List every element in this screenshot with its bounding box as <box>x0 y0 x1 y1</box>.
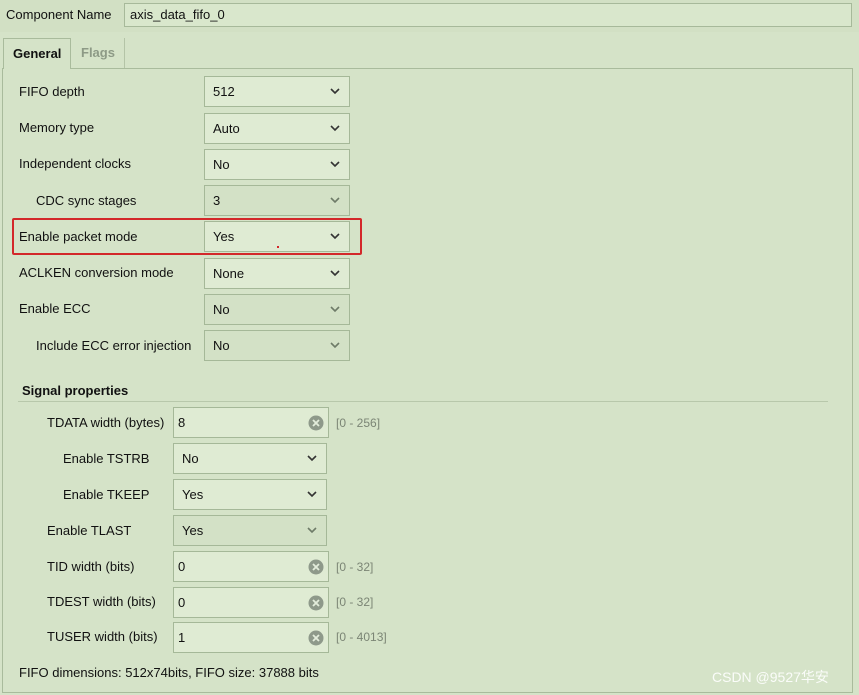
chevron-down-icon <box>330 342 340 349</box>
clear-icon[interactable] <box>308 415 324 431</box>
section-divider <box>18 401 828 402</box>
tab-general[interactable]: General <box>3 38 72 69</box>
ecc-injection-select[interactable]: No <box>204 330 350 361</box>
tid-width-value: 0 <box>178 559 186 574</box>
fifo-depth-value: 512 <box>213 84 235 99</box>
tdest-width-value: 0 <box>178 595 186 610</box>
memory-type-label: Memory type <box>19 120 95 135</box>
fifo-dimensions-text: FIFO dimensions: 512x74bits, FIFO size: … <box>19 665 319 680</box>
ecc-injection-label: Include ECC error injection <box>36 338 192 353</box>
ecc-injection-value: No <box>213 338 230 353</box>
enable-tkeep-label: Enable TKEEP <box>63 487 150 502</box>
packet-mode-label: Enable packet mode <box>19 229 138 244</box>
aclken-mode-value: None <box>213 266 245 281</box>
component-name-input[interactable]: axis_data_fifo_0 <box>124 3 852 27</box>
enable-tlast-label: Enable TLAST <box>47 523 132 538</box>
fifo-depth-select[interactable]: 512 <box>204 76 350 107</box>
enable-ecc-label: Enable ECC <box>19 301 91 316</box>
tdata-width-label: TDATA width (bytes) <box>47 415 165 430</box>
tab-flags[interactable]: Flags <box>72 38 125 68</box>
aclken-mode-select[interactable]: None <box>204 258 350 289</box>
chevron-down-icon <box>330 306 340 313</box>
tdata-width-range: [0 - 256] <box>336 416 381 430</box>
tuser-width-label: TUSER width (bits) <box>47 629 158 644</box>
clear-icon[interactable] <box>308 595 324 611</box>
cdc-sync-stages-select[interactable]: 3 <box>204 185 350 216</box>
chevron-down-icon <box>307 455 317 462</box>
independent-clocks-select[interactable]: No <box>204 149 350 180</box>
independent-clocks-value: No <box>213 157 230 172</box>
enable-tkeep-select[interactable]: Yes <box>173 479 327 510</box>
aclken-mode-label: ACLKEN conversion mode <box>19 265 174 280</box>
watermark: CSDN @9527华安 <box>712 669 829 685</box>
tid-width-input[interactable]: 0 <box>173 551 329 582</box>
tid-width-range: [0 - 32] <box>336 560 374 574</box>
enable-tstrb-label: Enable TSTRB <box>63 451 150 466</box>
enable-ecc-value: No <box>213 302 230 317</box>
component-name-label: Component Name <box>6 7 112 22</box>
memory-type-select[interactable]: Auto <box>204 113 350 144</box>
clear-icon[interactable] <box>308 630 324 646</box>
chevron-down-icon <box>307 527 317 534</box>
cdc-sync-stages-value: 3 <box>213 193 221 208</box>
chevron-down-icon <box>330 233 340 240</box>
chevron-down-icon <box>330 270 340 277</box>
enable-tlast-value: Yes <box>182 523 204 538</box>
signal-properties-header: Signal properties <box>22 383 129 398</box>
enable-tstrb-select[interactable]: No <box>173 443 327 474</box>
fifo-depth-label: FIFO depth <box>19 84 85 99</box>
cdc-sync-stages-label: CDC sync stages <box>36 193 137 208</box>
independent-clocks-label: Independent clocks <box>19 156 132 171</box>
tuser-width-value: 1 <box>178 630 186 645</box>
chevron-down-icon <box>330 161 340 168</box>
chevron-down-icon <box>330 197 340 204</box>
enable-tstrb-value: No <box>182 451 199 466</box>
tdest-width-range: [0 - 32] <box>336 595 374 609</box>
tdata-width-value: 8 <box>178 415 186 430</box>
tuser-width-input[interactable]: 1 <box>173 622 329 653</box>
clear-icon[interactable] <box>308 559 324 575</box>
red-dot-mark <box>277 246 279 248</box>
tuser-width-range: [0 - 4013] <box>336 630 387 644</box>
tdest-width-label: TDEST width (bits) <box>47 594 156 609</box>
tdata-width-input[interactable]: 8 <box>173 407 329 438</box>
memory-type-value: Auto <box>213 121 240 136</box>
enable-tkeep-value: Yes <box>182 487 204 502</box>
chevron-down-icon <box>330 125 340 132</box>
tdest-width-input[interactable]: 0 <box>173 587 329 618</box>
enable-ecc-select[interactable]: No <box>204 294 350 325</box>
packet-mode-value: Yes <box>213 229 235 244</box>
chevron-down-icon <box>307 491 317 498</box>
enable-tlast-select[interactable]: Yes <box>173 515 327 546</box>
tid-width-label: TID width (bits) <box>47 559 135 574</box>
chevron-down-icon <box>330 88 340 95</box>
